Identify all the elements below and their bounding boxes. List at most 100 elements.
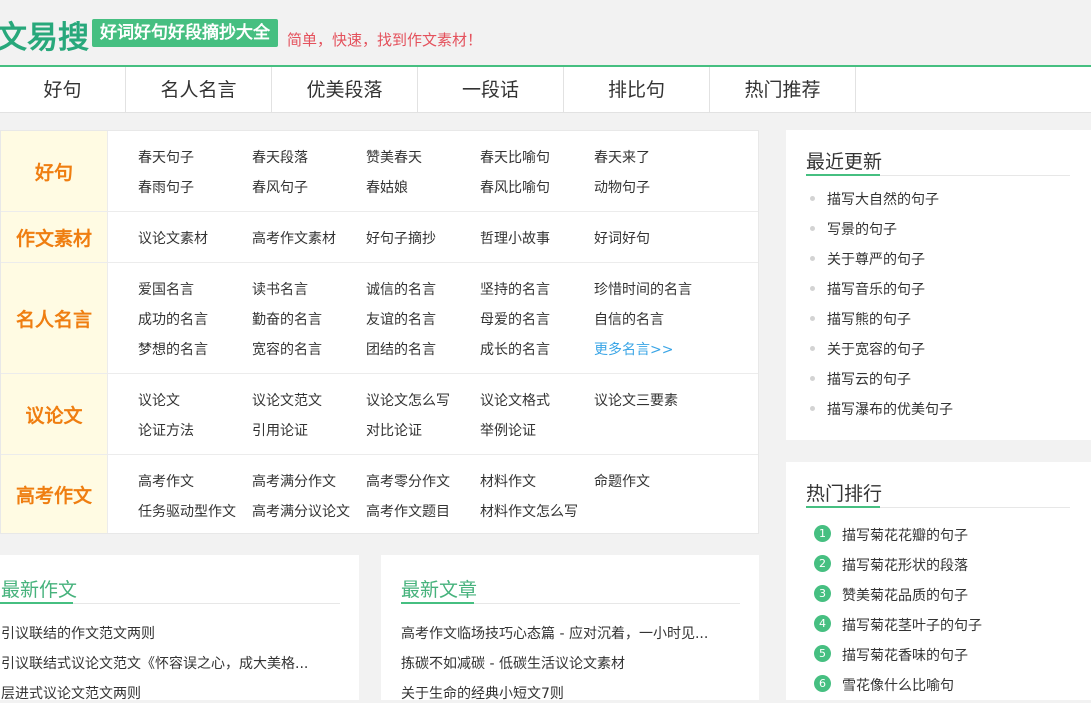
nav-item-mingren-mingyan[interactable]: 名人名言 (126, 67, 272, 113)
article-link[interactable]: 拣碳不如减碳 - 低碳生活议论文素材 (401, 653, 625, 673)
category-title[interactable]: 好句 (1, 131, 108, 211)
hot-ranking-link[interactable]: 描写菊花香味的句子 (842, 645, 968, 665)
category-link[interactable]: 春雨句子 (138, 177, 194, 197)
nav-item-paibiju[interactable]: 排比句 (564, 67, 710, 113)
category-link[interactable]: 春天比喻句 (480, 147, 550, 167)
rank-number-badge: 2 (814, 555, 831, 572)
category-link[interactable]: 举例论证 (480, 420, 536, 440)
recent-update-link[interactable]: 描写大自然的句子 (827, 189, 939, 209)
category-link[interactable]: 材料作文 (480, 471, 536, 491)
bullet-dot (810, 256, 815, 261)
category-link[interactable]: 议论文格式 (480, 390, 550, 410)
category-link[interactable]: 赞美春天 (366, 147, 422, 167)
category-link[interactable]: 动物句子 (594, 177, 650, 197)
latest-articles-box: 最新文章 高考作文临场技巧心态篇 - 应对沉着，一小时见... 拣碳不如减碳 -… (381, 555, 759, 703)
recent-updates-title: 最近更新 (806, 151, 883, 173)
category-link[interactable]: 坚持的名言 (480, 279, 550, 299)
hot-ranking-link[interactable]: 赞美菊花品质的句子 (842, 585, 968, 605)
category-link[interactable]: 高考满分作文 (252, 471, 336, 491)
title-underline (806, 174, 880, 176)
category-link[interactable]: 春风句子 (252, 177, 308, 197)
category-link[interactable]: 好句子摘抄 (366, 228, 436, 248)
category-link[interactable]: 春天来了 (594, 147, 650, 167)
recent-update-link[interactable]: 写景的句子 (827, 219, 897, 239)
category-link[interactable]: 高考零分作文 (366, 471, 450, 491)
hot-ranking-link[interactable]: 描写菊花形状的段落 (842, 555, 968, 575)
essay-link[interactable]: 引议联结的作文范文两则 (1, 623, 155, 643)
article-link[interactable]: 高考作文临场技巧心态篇 - 应对沉着，一小时见... (401, 623, 708, 643)
category-link[interactable]: 母爱的名言 (480, 309, 550, 329)
category-link[interactable]: 对比论证 (366, 420, 422, 440)
category-link[interactable]: 自信的名言 (594, 309, 664, 329)
category-link[interactable]: 议论文素材 (138, 228, 208, 248)
site-slogan: 简单，快速，找到作文素材！ (287, 31, 483, 49)
recent-update-link[interactable]: 关于尊严的句子 (827, 249, 925, 269)
recent-update-link[interactable]: 描写熊的句子 (827, 309, 911, 329)
category-link[interactable]: 成功的名言 (138, 309, 208, 329)
nav-item-youmei-duanluo[interactable]: 优美段落 (272, 67, 418, 113)
category-link[interactable]: 高考满分议论文 (252, 501, 350, 521)
category-link[interactable]: 高考作文素材 (252, 228, 336, 248)
category-link[interactable]: 议论文 (138, 390, 180, 410)
nav-item-remen-tuijian[interactable]: 热门推荐 (710, 67, 856, 113)
more-quotes-link[interactable]: 更多名言>> (594, 339, 673, 359)
category-link[interactable]: 春风比喻句 (480, 177, 550, 197)
category-link[interactable]: 议论文三要素 (594, 390, 678, 410)
site-logo[interactable]: 文易搜 (0, 12, 89, 57)
category-link[interactable]: 梦想的名言 (138, 339, 208, 359)
recent-updates-panel: 最近更新 描写大自然的句子 写景的句子 关于尊严的句子 描写音乐的句子 描写熊的… (786, 130, 1091, 440)
category-link[interactable]: 读书名言 (252, 279, 308, 299)
recent-update-link[interactable]: 描写云的句子 (827, 369, 911, 389)
hot-ranking-link[interactable]: 描写菊花茎叶子的句子 (842, 615, 982, 635)
essay-link[interactable]: 引议联结式议论文范文《怀容误之心，成大美格... (1, 653, 308, 673)
category-link[interactable]: 珍惜时间的名言 (594, 279, 692, 299)
nav-item-yiduanhua[interactable]: 一段话 (418, 67, 564, 113)
category-link[interactable]: 论证方法 (138, 420, 194, 440)
rank-number-badge: 1 (814, 525, 831, 542)
rank-number-badge: 3 (814, 585, 831, 602)
category-title[interactable]: 名人名言 (1, 263, 108, 373)
rank-number-badge: 4 (814, 615, 831, 632)
bullet-dot (810, 346, 815, 351)
category-link[interactable]: 材料作文怎么写 (480, 501, 578, 521)
latest-essays-title[interactable]: 最新作文 (1, 575, 77, 602)
title-underline (806, 506, 880, 508)
category-link[interactable]: 议论文怎么写 (366, 390, 450, 410)
category-row-mingren-mingyan: 名人名言 爱国名言 读书名言 诚信的名言 坚持的名言 珍惜时间的名言 成功的名言… (1, 263, 758, 374)
hot-ranking-link[interactable]: 雪花像什么比喻句 (842, 675, 954, 695)
category-title[interactable]: 高考作文 (1, 455, 108, 533)
category-link[interactable]: 任务驱动型作文 (138, 501, 236, 521)
category-title[interactable]: 议论文 (1, 374, 108, 454)
recent-update-link[interactable]: 关于宽容的句子 (827, 339, 925, 359)
category-row-haoju: 好句 春天句子 春天段落 赞美春天 春天比喻句 春天来了 春雨句子 春风句子 春… (1, 131, 758, 212)
category-link[interactable]: 好词好句 (594, 228, 650, 248)
category-link[interactable]: 成长的名言 (480, 339, 550, 359)
nav-item-haoju[interactable]: 好句 (0, 67, 126, 113)
category-link[interactable]: 高考作文 (138, 471, 194, 491)
category-link[interactable]: 哲理小故事 (480, 228, 550, 248)
category-link[interactable]: 议论文范文 (252, 390, 322, 410)
article-link[interactable]: 关于生命的经典小短文7则 (401, 683, 564, 703)
recent-update-link[interactable]: 描写瀑布的优美句子 (827, 399, 953, 419)
category-link[interactable]: 友谊的名言 (366, 309, 436, 329)
hot-ranking-panel: 热门排行 1 描写菊花花瓣的句子 2 描写菊花形状的段落 3 赞美菊花品质的句子… (786, 462, 1091, 700)
category-link[interactable]: 命题作文 (594, 471, 650, 491)
bullet-dot (810, 406, 815, 411)
recent-update-link[interactable]: 描写音乐的句子 (827, 279, 925, 299)
category-link[interactable]: 春姑娘 (366, 177, 408, 197)
hot-ranking-link[interactable]: 描写菊花花瓣的句子 (842, 525, 968, 545)
category-link[interactable]: 爱国名言 (138, 279, 194, 299)
category-link[interactable]: 高考作文题目 (366, 501, 450, 521)
category-link[interactable]: 诚信的名言 (366, 279, 436, 299)
category-link[interactable]: 春天句子 (138, 147, 194, 167)
category-link[interactable]: 宽容的名言 (252, 339, 322, 359)
essay-link[interactable]: 层进式议论文范文两则 (1, 683, 141, 703)
category-link[interactable]: 团结的名言 (366, 339, 436, 359)
category-link[interactable]: 春天段落 (252, 147, 308, 167)
category-link[interactable]: 勤奋的名言 (252, 309, 322, 329)
latest-articles-title[interactable]: 最新文章 (401, 575, 477, 602)
title-underline (0, 602, 73, 604)
category-title[interactable]: 作文素材 (1, 212, 108, 262)
category-link[interactable]: 引用论证 (252, 420, 308, 440)
category-panel: 好句 春天句子 春天段落 赞美春天 春天比喻句 春天来了 春雨句子 春风句子 春… (0, 130, 759, 534)
